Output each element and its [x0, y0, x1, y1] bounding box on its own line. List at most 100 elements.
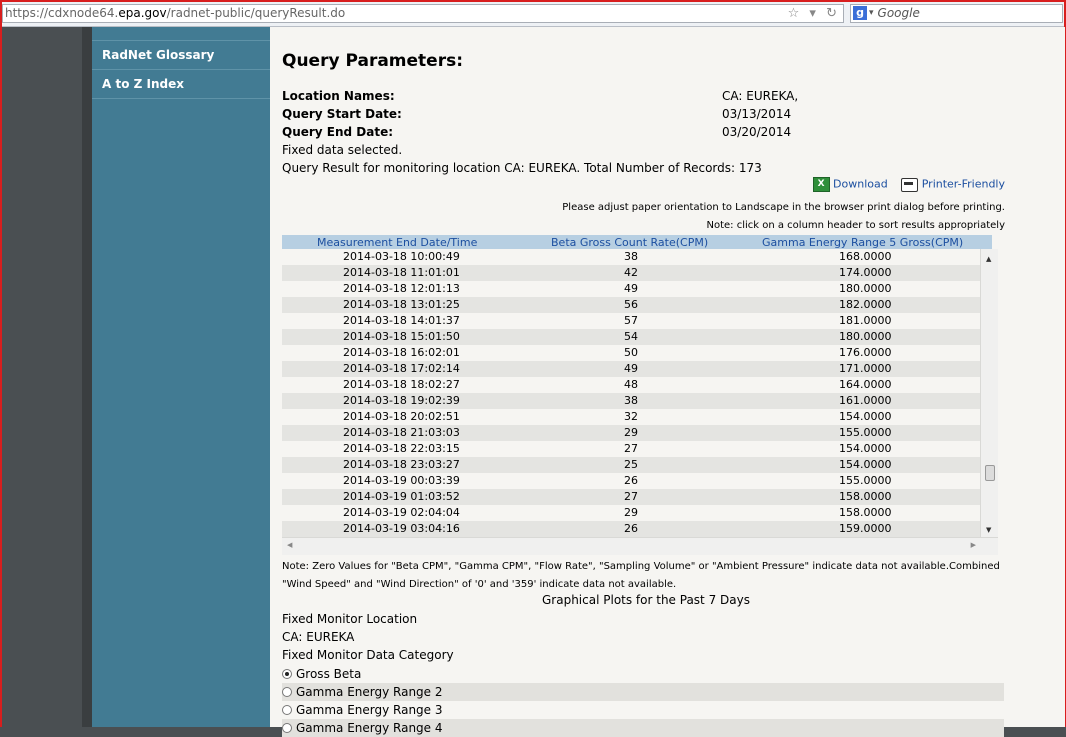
cell-gamma: 180.0000	[839, 282, 892, 295]
start-date-value: 03/13/2014	[722, 107, 792, 121]
cell-datetime: 2014-03-18 10:00:49	[343, 250, 460, 263]
cell-datetime: 2014-03-19 02:04:04	[343, 506, 460, 519]
scroll-right-icon[interactable]: ▶	[971, 541, 976, 549]
cell-gamma: 155.0000	[839, 426, 892, 439]
column-header-gamma[interactable]: Gamma Energy Range 5 Gross(CPM)	[762, 236, 963, 249]
cell-beta: 49	[624, 362, 638, 375]
table-row: 2014-03-18 20:02:51 32 154.0000	[282, 409, 980, 425]
plots-title: Graphical Plots for the Past 7 Days	[542, 593, 750, 607]
cell-gamma: 154.0000	[839, 458, 892, 471]
cell-gamma: 158.0000	[839, 490, 892, 503]
cell-beta: 25	[624, 458, 638, 471]
table-row: 2014-03-18 21:03:03 29 155.0000	[282, 425, 980, 441]
location-label: Location Names:	[282, 89, 395, 103]
url-prefix: https://cdxnode64.	[5, 6, 119, 20]
cell-datetime: 2014-03-18 23:03:27	[343, 458, 460, 471]
search-placeholder: Google	[877, 6, 920, 20]
scroll-down-icon[interactable]: ▼	[986, 526, 991, 534]
table-header: Measurement End Date/Time Beta Gross Cou…	[282, 235, 992, 249]
google-search-engine-icon[interactable]: g	[853, 6, 867, 20]
cell-gamma: 176.0000	[839, 346, 892, 359]
cell-datetime: 2014-03-18 19:02:39	[343, 394, 460, 407]
cell-datetime: 2014-03-18 14:01:37	[343, 314, 460, 327]
printer-friendly-link[interactable]: Printer-Friendly	[922, 178, 1005, 191]
scroll-up-icon[interactable]: ▲	[986, 255, 991, 263]
nav-item-a-to-z-index[interactable]: A to Z Index	[92, 70, 270, 99]
cell-beta: 26	[624, 522, 638, 535]
fixed-data-note: Fixed data selected.	[282, 143, 403, 157]
cell-gamma: 168.0000	[839, 250, 892, 263]
category-label: Gamma Energy Range 2	[296, 685, 443, 699]
dropdown-arrow-icon[interactable]: ▾	[809, 6, 816, 21]
category-label: Gamma Energy Range 4	[296, 721, 443, 735]
location-value: CA: EUREKA,	[722, 89, 799, 103]
cell-gamma: 171.0000	[839, 362, 892, 375]
data-category-heading: Fixed Monitor Data Category	[282, 648, 454, 662]
cell-datetime: 2014-03-19 00:03:39	[343, 474, 460, 487]
table-row: 2014-03-19 00:03:39 26 155.0000	[282, 473, 980, 489]
cell-datetime: 2014-03-18 11:01:01	[343, 266, 460, 279]
left-gutter-shadow	[82, 27, 92, 727]
table-row: 2014-03-18 16:02:01 50 176.0000	[282, 345, 980, 361]
category-option-gamma-4[interactable]: Gamma Energy Range 4	[282, 719, 1004, 737]
cell-gamma: 154.0000	[839, 410, 892, 423]
cell-datetime: 2014-03-18 17:02:14	[343, 362, 460, 375]
table-row: 2014-03-18 11:01:01 42 174.0000	[282, 265, 980, 281]
search-box[interactable]: g ▾ Google	[850, 4, 1063, 23]
category-option-gamma-2[interactable]: Gamma Energy Range 2	[282, 683, 1004, 701]
table-row: 2014-03-19 01:03:52 27 158.0000	[282, 489, 980, 505]
category-option-gross-beta[interactable]: Gross Beta	[282, 665, 1004, 683]
category-option-gamma-3[interactable]: Gamma Energy Range 3	[282, 701, 1004, 719]
sidebar-nav: RadNet Glossary A to Z Index	[92, 27, 270, 727]
url-host: epa.gov	[118, 6, 167, 20]
table-row: 2014-03-18 13:01:25 56 182.0000	[282, 297, 980, 313]
cell-beta: 38	[624, 394, 638, 407]
category-label: Gross Beta	[296, 667, 362, 681]
reload-icon[interactable]: ↻	[826, 6, 837, 21]
cell-beta: 56	[624, 298, 638, 311]
nav-item-radnet-glossary[interactable]: RadNet Glossary	[92, 40, 270, 70]
cell-datetime: 2014-03-18 15:01:50	[343, 330, 460, 343]
main-content: Query Parameters: Location Names: CA: EU…	[270, 27, 1065, 737]
cell-beta: 26	[624, 474, 638, 487]
table-horizontal-scrollbar[interactable]: ◀ ▶	[282, 537, 998, 555]
browser-toolbar: https://cdxnode64.epa.gov/radnet-public/…	[2, 2, 1064, 27]
cell-beta: 42	[624, 266, 638, 279]
cell-datetime: 2014-03-18 12:01:13	[343, 282, 460, 295]
param-start-date: Query Start Date: 03/13/2014	[282, 107, 791, 121]
radio-selected[interactable]	[282, 669, 292, 679]
table-row: 2014-03-18 19:02:39 38 161.0000	[282, 393, 980, 409]
cell-beta: 48	[624, 378, 638, 391]
radio-unselected[interactable]	[282, 687, 292, 697]
cell-gamma: 158.0000	[839, 506, 892, 519]
cell-gamma: 181.0000	[839, 314, 892, 327]
cell-beta: 54	[624, 330, 638, 343]
printer-icon[interactable]	[901, 177, 919, 192]
scroll-thumb[interactable]	[985, 465, 995, 481]
table-vertical-scrollbar[interactable]: ▲ ▼	[980, 249, 998, 537]
address-bar[interactable]: https://cdxnode64.epa.gov/radnet-public/…	[2, 4, 844, 23]
excel-icon[interactable]: X	[812, 177, 830, 192]
scroll-left-icon[interactable]: ◀	[287, 541, 292, 549]
cell-datetime: 2014-03-19 01:03:52	[343, 490, 460, 503]
radio-unselected[interactable]	[282, 705, 292, 715]
cell-beta: 27	[624, 490, 638, 503]
cell-datetime: 2014-03-18 22:03:15	[343, 442, 460, 455]
cell-datetime: 2014-03-18 16:02:01	[343, 346, 460, 359]
cell-beta: 38	[624, 250, 638, 263]
end-date-value: 03/20/2014	[722, 125, 792, 139]
radio-unselected[interactable]	[282, 723, 292, 733]
column-header-beta[interactable]: Beta Gross Count Rate(CPM)	[551, 236, 708, 249]
download-link[interactable]: Download	[833, 178, 888, 191]
cell-gamma: 174.0000	[839, 266, 892, 279]
monitor-location-heading: Fixed Monitor Location	[282, 612, 418, 626]
column-header-datetime[interactable]: Measurement End Date/Time	[317, 236, 477, 249]
page-title: Query Parameters:	[282, 51, 463, 71]
cell-gamma: 159.0000	[839, 522, 892, 535]
engine-dropdown-icon[interactable]: ▾	[869, 8, 874, 18]
bookmark-star-icon[interactable]: ☆	[788, 6, 800, 21]
left-gutter	[2, 27, 82, 727]
landscape-note: Please adjust paper orientation to Lands…	[562, 202, 1005, 213]
monitor-location-value: CA: EUREKA	[282, 630, 355, 644]
start-date-label: Query Start Date:	[282, 107, 402, 121]
